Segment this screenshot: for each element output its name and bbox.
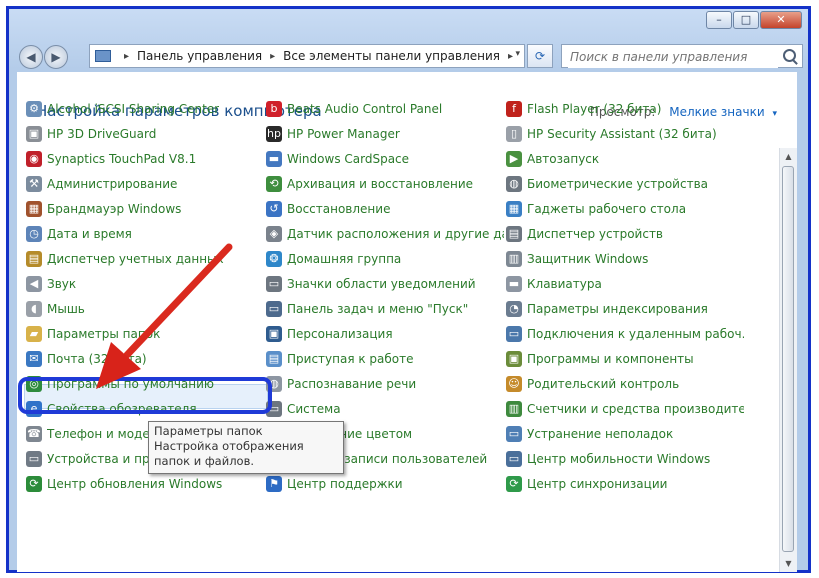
red-arrow-annotation bbox=[96, 243, 233, 389]
